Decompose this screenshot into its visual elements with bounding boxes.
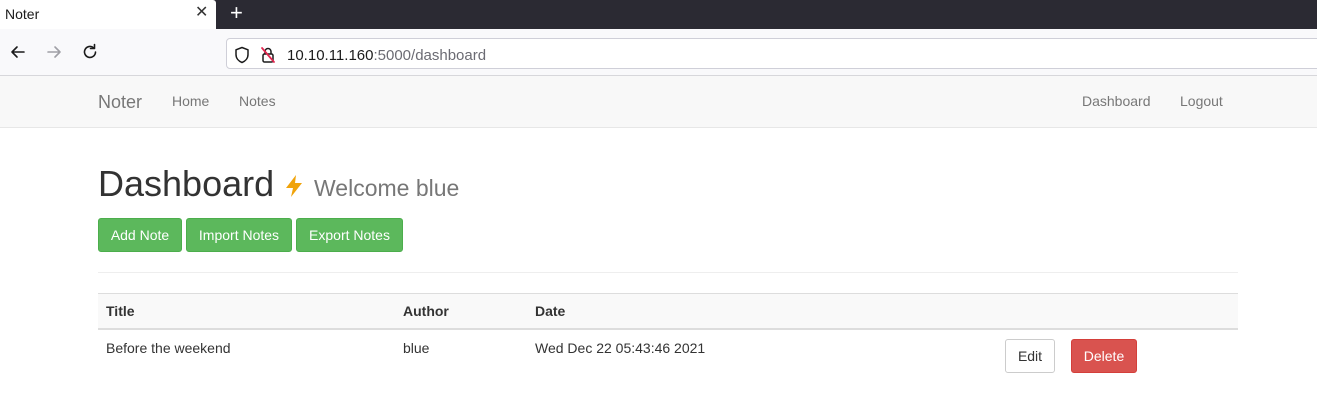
browser-tab[interactable]: Noter ✕ [0, 0, 216, 29]
table-header [98, 293, 1238, 330]
column-header-date: Date [535, 303, 566, 319]
note-title-cell: Before the weekend [106, 340, 231, 356]
lightning-bolt-icon [286, 175, 302, 197]
new-tab-button[interactable]: + [230, 2, 243, 24]
browser-tab-strip: Noter ✕ + [0, 0, 1317, 29]
insecure-lock-icon[interactable] [260, 46, 276, 64]
add-note-button[interactable]: Add Note [98, 218, 182, 252]
reload-icon[interactable] [80, 42, 100, 62]
url-text[interactable]: 10.10.11.160:5000/dashboard [287, 47, 486, 64]
forward-arrow-icon[interactable] [44, 42, 64, 62]
url-host: 10.10.11.160 [287, 47, 374, 64]
page-title: Dashboard [98, 163, 275, 204]
welcome-text: Welcome blue [314, 175, 460, 201]
close-tab-icon[interactable]: ✕ [195, 5, 208, 21]
column-header-title: Title [106, 303, 135, 319]
shield-icon[interactable] [234, 46, 250, 64]
navbar-brand[interactable]: Noter [98, 92, 142, 113]
edit-note-button[interactable]: Edit [1005, 339, 1055, 373]
delete-note-button[interactable]: Delete [1071, 339, 1137, 373]
nav-link-dashboard[interactable]: Dashboard [1082, 93, 1151, 109]
import-notes-button[interactable]: Import Notes [186, 218, 292, 252]
tab-title: Noter [5, 6, 40, 22]
column-header-author: Author [403, 303, 449, 319]
divider [98, 272, 1238, 273]
url-path: :5000/dashboard [373, 47, 487, 64]
note-date-cell: Wed Dec 22 05:43:46 2021 [535, 340, 706, 356]
export-notes-button[interactable]: Export Notes [296, 218, 403, 252]
note-author-cell: blue [403, 340, 430, 356]
nav-link-home[interactable]: Home [172, 93, 209, 109]
back-arrow-icon[interactable] [8, 42, 28, 62]
nav-link-logout[interactable]: Logout [1180, 93, 1223, 109]
nav-link-notes[interactable]: Notes [239, 93, 276, 109]
